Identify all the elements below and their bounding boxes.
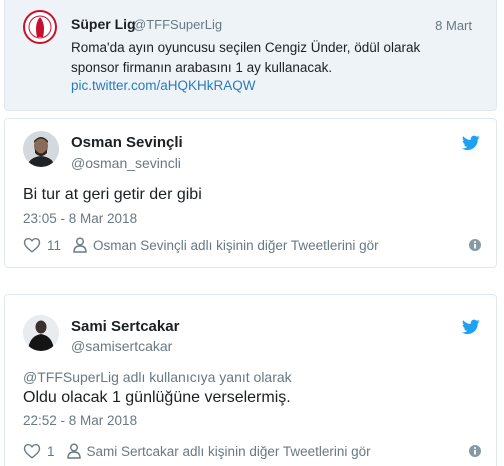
more-tweets-link[interactable]: Sami Sertcakar adlı kişinin diğer Tweetl… [87, 444, 468, 459]
quoted-tweet[interactable]: Süper Lig @TFFSuperLig 8 Mart Roma'da ay… [4, 0, 497, 111]
person-icon[interactable] [66, 443, 81, 459]
tweet-timestamp[interactable]: 23:05 - 8 Mar 2018 [23, 211, 137, 226]
author-handle[interactable]: @samisertcakar [71, 338, 172, 354]
author-name[interactable]: Osman Sevinçli [71, 134, 183, 151]
quoted-date[interactable]: 8 Mart [435, 18, 472, 33]
tweet-actions: 1 Sami Sertcakar adlı kişinin diğer Twee… [23, 441, 482, 461]
tweet-card[interactable]: Sami Sertcakar @samisertcakar @TFFSuperL… [4, 294, 497, 466]
user-photo-icon [23, 315, 59, 351]
person-icon[interactable] [73, 237, 87, 253]
quoted-media-link[interactable]: pic.twitter.com/aHQKHkRAQW [71, 78, 256, 93]
quoted-author-handle[interactable]: @TFFSuperLig [133, 17, 222, 32]
twitter-bird-icon[interactable] [462, 319, 480, 335]
quoted-author-name[interactable]: Süper Lig [71, 16, 136, 32]
heart-icon[interactable] [23, 442, 41, 460]
tweet-text: Oldu olacak 1 günlüğüne verselermiş. [23, 389, 291, 406]
super-lig-logo-icon[interactable] [23, 10, 57, 44]
author-name[interactable]: Sami Sertcakar [71, 318, 179, 335]
tweet-text: Bi tur at geri getir der gibi [23, 186, 202, 203]
reply-context[interactable]: @TFFSuperLig adlı kullanıcıya yanıt olar… [23, 369, 292, 385]
heart-icon[interactable] [23, 236, 41, 254]
avatar[interactable] [23, 315, 59, 351]
author-handle[interactable]: @osman_sevincli [71, 155, 181, 171]
like-count[interactable]: 1 [47, 444, 55, 459]
tweet-actions: 11 Osman Sevinçli adlı kişinin diğer Twe… [23, 235, 482, 255]
tweet-timestamp[interactable]: 22:52 - 8 Mar 2018 [23, 413, 137, 428]
info-icon[interactable] [468, 444, 482, 458]
like-count[interactable]: 11 [47, 238, 61, 253]
info-icon[interactable] [468, 238, 482, 252]
tweet-card[interactable]: Osman Sevinçli @osman_sevincli Bi tur at… [4, 118, 497, 268]
more-tweets-link[interactable]: Osman Sevinçli adlı kişinin diğer Tweetl… [93, 238, 468, 253]
avatar[interactable] [23, 131, 59, 167]
quoted-tweet-text: Roma'da ayın oyuncusu seçilen Cengiz Ünd… [71, 40, 421, 75]
user-photo-icon [23, 131, 59, 167]
twitter-bird-icon[interactable] [462, 135, 480, 151]
